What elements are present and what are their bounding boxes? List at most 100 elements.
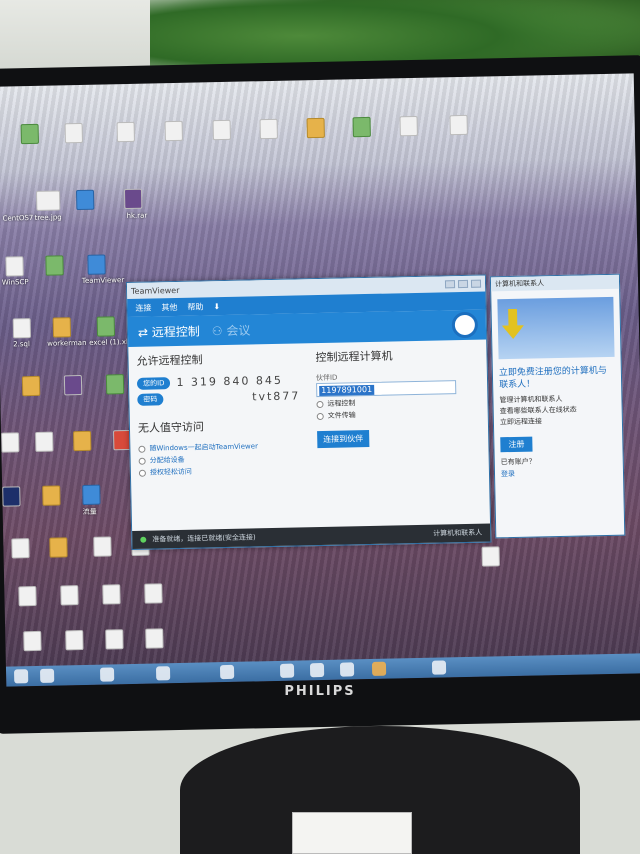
document-icon[interactable] xyxy=(60,585,79,606)
archive-icon[interactable] xyxy=(63,374,83,396)
tab-remote-label: 远程控制 xyxy=(151,324,200,340)
download-icon[interactable]: ⬇ xyxy=(213,302,220,311)
radio-file-transfer[interactable]: 文件传输 xyxy=(316,408,480,421)
icon-label: TeamViewer xyxy=(81,276,125,285)
document-icon[interactable] xyxy=(399,115,418,137)
computers-contacts-button[interactable]: 计算机和联系人 xyxy=(433,528,482,539)
chrome-icon[interactable] xyxy=(309,662,325,678)
document-icon[interactable] xyxy=(449,114,468,136)
document-icon[interactable] xyxy=(105,629,124,650)
monitor-screen: CentOS7 tree.jpg hk.rar WinSCP TeamViewe… xyxy=(0,73,640,687)
register-link[interactable]: 立即免费注册您的计算机与联系人！ xyxy=(493,365,621,392)
connect-button[interactable]: 连接到伙伴 xyxy=(317,429,370,449)
taskbar-app-icon[interactable] xyxy=(99,667,115,682)
document-icon[interactable] xyxy=(18,585,37,607)
winscp-icon[interactable] xyxy=(5,256,24,277)
teamviewer-icon[interactable] xyxy=(87,254,106,275)
radio-label: 文件传输 xyxy=(327,411,356,420)
contacts-title: 计算机和联系人 xyxy=(490,274,620,292)
check-icon xyxy=(138,469,146,477)
arrow-down-icon xyxy=(502,309,525,339)
password-value: tvt877 xyxy=(252,389,301,404)
document-icon[interactable] xyxy=(11,538,30,559)
option-label: 授权轻松访问 xyxy=(149,467,192,477)
maximize-button[interactable] xyxy=(457,279,469,289)
app-icon[interactable] xyxy=(145,628,164,649)
icon-label: workerman xyxy=(47,338,87,348)
xlsx-file-icon[interactable] xyxy=(45,255,64,276)
start-icon[interactable] xyxy=(13,669,29,684)
document-icon[interactable] xyxy=(23,630,42,652)
teamviewer-taskbar-icon[interactable] xyxy=(431,660,447,675)
close-button[interactable] xyxy=(470,279,482,288)
document-icon[interactable] xyxy=(212,119,231,141)
radio-remote-control[interactable]: 远程控制 xyxy=(316,396,479,409)
xlsx-file-icon[interactable] xyxy=(352,116,371,138)
folder-icon[interactable] xyxy=(49,537,68,558)
control-heading: 控制远程计算机 xyxy=(315,349,393,365)
xlsx-file-icon[interactable] xyxy=(96,316,116,337)
xlsx-file-icon[interactable] xyxy=(20,123,39,145)
document-icon[interactable] xyxy=(35,431,54,452)
taskbar-app-icon[interactable] xyxy=(155,666,171,681)
sticker-label xyxy=(292,812,412,854)
menu-other[interactable]: 其他 xyxy=(161,301,177,312)
option-label: 分配给设备 xyxy=(149,455,185,465)
minimize-button[interactable] xyxy=(444,280,456,289)
status-dot-icon xyxy=(140,536,147,543)
main-body: 允许远程控制 您的ID 1 319 840 845 密码 tvt877 无人值守… xyxy=(128,340,490,533)
folder-icon[interactable] xyxy=(21,375,41,397)
taskbar-app-icon[interactable] xyxy=(339,662,355,677)
document-icon[interactable] xyxy=(481,546,500,567)
taskbar-app-icon[interactable] xyxy=(39,668,55,683)
document-icon[interactable] xyxy=(259,118,278,140)
status-text: 准备就绪，连接已就绪(安全连接) xyxy=(152,533,256,544)
sql-file-icon[interactable] xyxy=(12,318,32,339)
tab-meeting-label: 会议 xyxy=(226,322,251,338)
app-icon[interactable] xyxy=(82,484,101,505)
menu-help[interactable]: 帮助 xyxy=(187,301,203,312)
partner-id-value: 1197891001 xyxy=(319,384,375,397)
id-value: 1 319 840 845 xyxy=(176,373,284,390)
radio-icon xyxy=(316,400,324,408)
option-start-with-windows[interactable]: 随Windows一起启动TeamViewer xyxy=(138,440,301,453)
partner-id-input[interactable]: 1197891001 xyxy=(316,380,457,398)
document-icon[interactable] xyxy=(65,630,84,651)
monitor-brand-logo: PHILIPS xyxy=(284,684,356,699)
contacts-illustration xyxy=(497,296,615,360)
document-icon[interactable] xyxy=(116,121,135,143)
login-link[interactable]: 登录 xyxy=(495,466,623,481)
taskbar-app-icon[interactable] xyxy=(279,663,295,678)
archive-icon[interactable] xyxy=(123,188,143,210)
id-label: 您的ID xyxy=(136,376,171,390)
app-icon[interactable] xyxy=(64,122,83,144)
xlsx-file-icon[interactable] xyxy=(105,374,125,395)
image-file-icon[interactable] xyxy=(35,190,61,211)
folder-icon[interactable] xyxy=(52,317,72,338)
taskbar-app-icon[interactable] xyxy=(219,664,235,680)
docx-file-icon[interactable] xyxy=(75,189,95,211)
password-label: 密码 xyxy=(137,392,164,406)
radio-label: 远程控制 xyxy=(327,399,356,408)
taskbar-app-icon[interactable] xyxy=(371,661,387,676)
image-file-icon[interactable] xyxy=(144,583,163,604)
document-icon[interactable] xyxy=(1,432,20,453)
folder-icon[interactable] xyxy=(306,117,325,139)
icon-label: 2.sql xyxy=(13,340,30,349)
register-button[interactable]: 注册 xyxy=(500,436,533,453)
option-assign-device[interactable]: 分配给设备 xyxy=(138,452,302,465)
menu-connect[interactable]: 连接 xyxy=(135,302,151,313)
photoshop-icon[interactable] xyxy=(2,486,21,507)
option-easy-access[interactable]: 授权轻松访问 xyxy=(138,464,302,477)
tab-meeting[interactable]: ⚇ 会议 xyxy=(212,321,251,339)
document-icon[interactable] xyxy=(102,584,121,605)
contacts-panel: 计算机和联系人 立即免费注册您的计算机与联系人！ 管理计算机和联系人 查看哪些联… xyxy=(489,273,626,539)
folder-icon[interactable] xyxy=(73,430,92,452)
allow-heading: 允许远程控制 xyxy=(136,353,203,368)
document-icon[interactable] xyxy=(93,536,112,557)
allow-remote-section: 允许远程控制 您的ID 1 319 840 845 密码 tvt877 无人值守… xyxy=(128,343,311,533)
folder-icon[interactable] xyxy=(42,485,61,506)
tab-remote-control[interactable]: ⇄ 远程控制 xyxy=(138,322,200,340)
icon-label: 流量 xyxy=(82,507,97,516)
document-icon[interactable] xyxy=(164,120,183,142)
